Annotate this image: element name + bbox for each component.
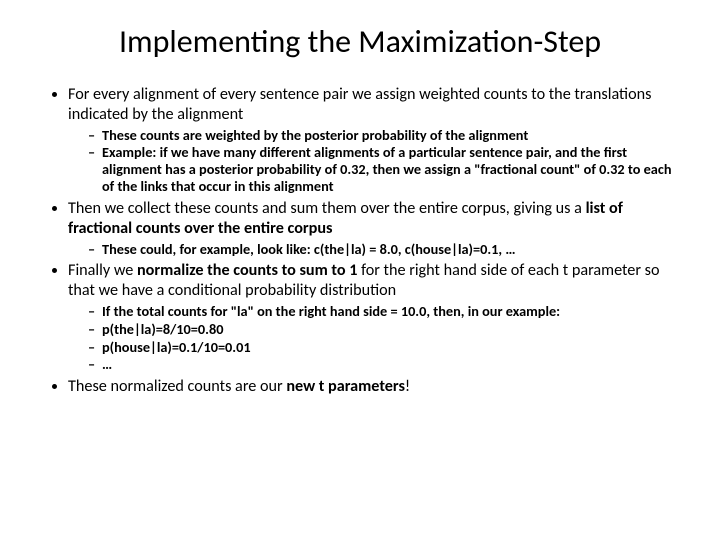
bullet-3: Finally we normalize the counts to sum t… <box>68 261 680 373</box>
slide-title: Implementing the Maximization-Step <box>40 22 680 61</box>
bullet-1-sub-2: Example: if we have many different align… <box>88 144 680 195</box>
slide: Implementing the Maximization-Step For e… <box>0 0 720 540</box>
bullet-2-part1: Then we collect these counts and sum the… <box>68 199 586 218</box>
bullet-2-sub: These could, for example, look like: c(t… <box>68 241 680 258</box>
bullet-list: For every alignment of every sentence pa… <box>40 85 680 397</box>
bullet-3-part2: normalize the counts to sum to 1 <box>137 261 357 280</box>
bullet-1-sub: These counts are weighted by the posteri… <box>68 127 680 195</box>
bullet-3-sub-4: … <box>88 356 680 373</box>
bullet-4-part3: ! <box>405 377 410 396</box>
bullet-2: Then we collect these counts and sum the… <box>68 199 680 257</box>
bullet-3-sub: If the total counts for "la" on the righ… <box>68 303 680 373</box>
bullet-3-part1: Finally we <box>68 261 137 280</box>
bullet-3-sub-3: p(house|la)=0.1/10=0.01 <box>88 339 680 356</box>
bullet-1: For every alignment of every sentence pa… <box>68 85 680 195</box>
bullet-3-sub-2: p(the|la)=8/10=0.80 <box>88 321 680 338</box>
bullet-1-text: For every alignment of every sentence pa… <box>68 85 651 124</box>
bullet-4-part1: These normalized counts are our <box>68 377 286 396</box>
bullet-3-sub-1: If the total counts for "la" on the righ… <box>88 303 680 320</box>
bullet-2-sub-1: These could, for example, look like: c(t… <box>88 241 680 258</box>
bullet-4-part2: new t parameters <box>286 377 405 396</box>
bullet-4: These normalized counts are our new t pa… <box>68 377 680 397</box>
bullet-1-sub-1: These counts are weighted by the posteri… <box>88 127 680 144</box>
